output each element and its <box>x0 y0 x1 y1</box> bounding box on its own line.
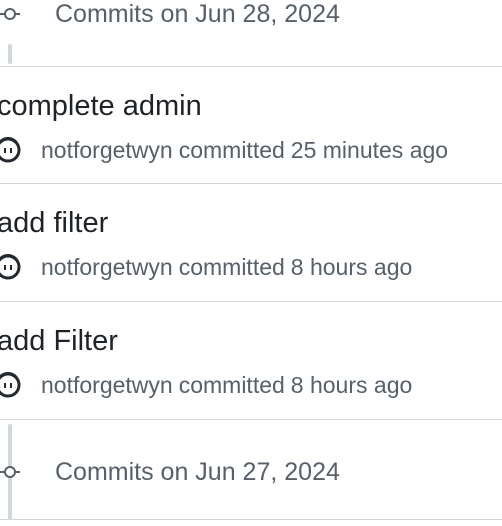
avatar-icon[interactable] <box>0 133 24 167</box>
avatar-icon[interactable] <box>0 250 24 284</box>
commit-title-link[interactable]: add Filter <box>0 324 118 358</box>
timeline-line-top <box>8 44 12 64</box>
commit-action: committed <box>178 136 285 163</box>
commit-time: 8 hours ago <box>290 253 413 280</box>
avatar-icon[interactable] <box>0 368 24 402</box>
commit-list: complete admin notforgetwyn committed 25… <box>0 66 502 420</box>
commit-row: add Filter notforgetwyn committed 8 hour… <box>0 302 502 420</box>
commit-time: 8 hours ago <box>290 371 413 398</box>
commit-group-header-jun-28: Commits on Jun 28, 2024 <box>0 0 502 30</box>
commit-meta: notforgetwyn committed 8 hours ago <box>0 368 412 402</box>
commit-author-link[interactable]: notforgetwyn <box>41 137 173 164</box>
commit-author-link[interactable]: notforgetwyn <box>41 254 173 281</box>
divider <box>0 519 502 520</box>
commit-group-header-jun-27: Commits on Jun 27, 2024 <box>0 456 502 488</box>
git-commit-icon <box>0 466 20 478</box>
commit-meta: notforgetwyn committed 8 hours ago <box>0 250 412 284</box>
commit-title-link[interactable]: complete admin <box>0 89 202 123</box>
commit-time: 25 minutes ago <box>290 136 449 163</box>
commit-row: add filter notforgetwyn committed 8 hour… <box>0 184 502 302</box>
commit-author-link[interactable]: notforgetwyn <box>41 372 173 399</box>
commit-action: committed <box>178 253 285 280</box>
commit-group-title: Commits on Jun 27, 2024 <box>55 458 340 486</box>
commit-action: committed <box>178 371 285 398</box>
commit-group-title: Commits on Jun 28, 2024 <box>55 0 340 28</box>
commit-title-link[interactable]: add filter <box>0 206 108 240</box>
commit-meta: notforgetwyn committed 25 minutes ago <box>0 133 448 167</box>
git-commit-icon <box>0 8 20 20</box>
commit-row: complete admin notforgetwyn committed 25… <box>0 67 502 184</box>
